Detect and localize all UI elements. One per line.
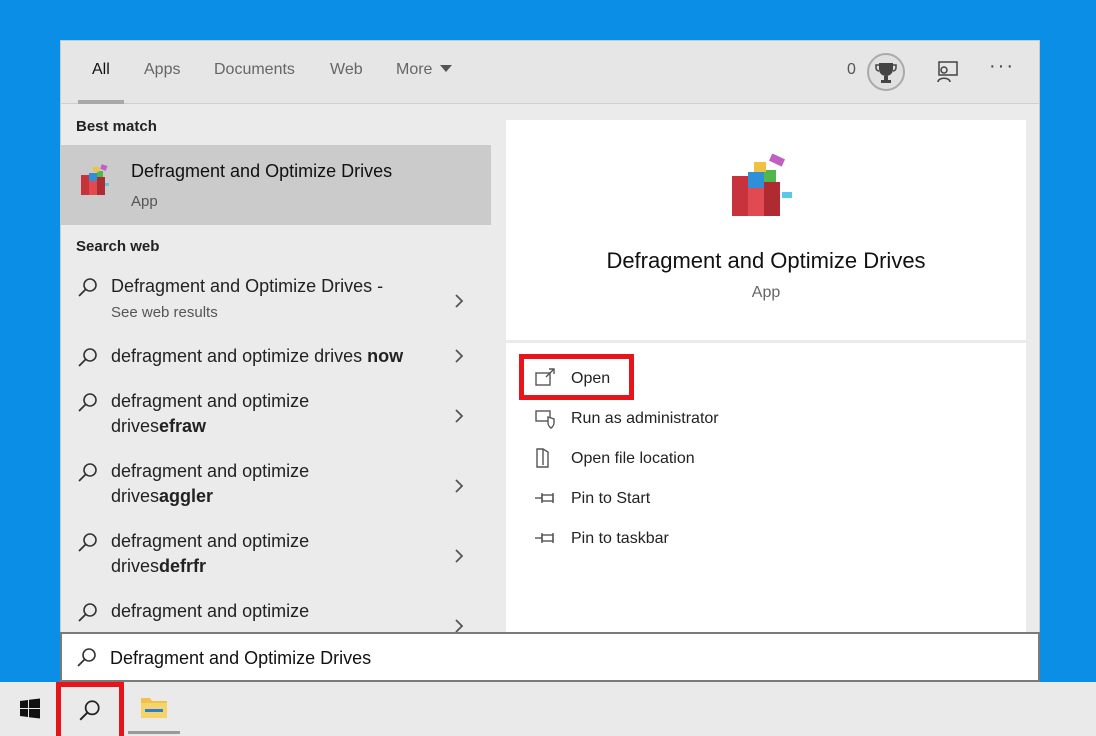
preview-subtitle: App [751, 284, 781, 301]
web-result-item[interactable]: defragment and optimize drivesaggler [61, 459, 491, 519]
file-explorer-button[interactable] [128, 682, 180, 736]
web-result-bold: defrfr [159, 556, 207, 576]
web-result-text: defragment and optimize [111, 599, 341, 624]
web-result-bold: now [367, 346, 404, 366]
web-result-text: defragment and optimize drivesefraw [111, 389, 341, 439]
web-result-item[interactable]: defragment and optimize drivesdefrfr [61, 529, 491, 589]
best-match-title: Defragment and Optimize Drives [131, 161, 393, 181]
search-icon [78, 603, 97, 622]
folder-icon [141, 698, 167, 718]
preview-title: Defragment and Optimize Drives [606, 248, 926, 273]
tab-more[interactable]: More [396, 61, 453, 104]
search-input[interactable] [110, 644, 1010, 672]
defrag-app-icon [732, 154, 792, 216]
taskbar-search-button[interactable] [56, 682, 124, 736]
web-result-sub: See web results [111, 304, 218, 321]
tab-documents[interactable]: Documents [214, 61, 295, 104]
search-icon [78, 393, 97, 412]
chevron-right-icon [455, 619, 464, 632]
pin-to-taskbar-label: Pin to taskbar [571, 530, 669, 547]
chevron-right-icon [455, 349, 464, 363]
results-list: Best match Defragment and Optimize Drive… [61, 104, 491, 632]
search-icon [78, 278, 97, 297]
web-result-item[interactable]: Defragment and Optimize Drives - See web … [61, 274, 491, 334]
web-result-text: defragment and optimize drives now [111, 344, 441, 369]
web-result-text: defragment and optimize drivesaggler [111, 459, 341, 509]
shield-icon [535, 410, 555, 429]
search-icon [78, 533, 97, 552]
web-result-item[interactable]: defragment and optimize [61, 599, 491, 632]
feedback-icon[interactable] [935, 59, 961, 85]
file-location-icon [536, 448, 549, 468]
tab-web[interactable]: Web [330, 61, 363, 104]
rewards-points: 0 [847, 61, 856, 78]
chevron-right-icon [455, 294, 464, 308]
app-preview-card: Defragment and Optimize Drives App [506, 120, 1026, 340]
open-highlight-box [519, 354, 634, 400]
trophy-icon[interactable] [867, 53, 905, 91]
web-result-main: Defragment and Optimize Drives - [111, 276, 384, 296]
web-result-item[interactable]: defragment and optimize drives now [61, 344, 491, 378]
search-web-heading: Search web [76, 238, 160, 255]
search-icon [78, 463, 97, 482]
defrag-app-icon [81, 164, 109, 195]
more-options-icon[interactable]: ··· [989, 55, 1015, 78]
search-panel: All Apps Documents Web More 0 ··· Best m… [60, 40, 1040, 632]
search-tabs-bar: All Apps Documents Web More 0 ··· [61, 41, 1039, 104]
search-icon [77, 648, 96, 667]
start-button[interactable] [8, 682, 52, 736]
web-result-main: defragment and optimize drives [111, 346, 368, 366]
chevron-right-icon [455, 549, 464, 563]
chevron-right-icon [455, 479, 464, 493]
best-match-item[interactable]: Defragment and Optimize Drives App [61, 145, 491, 225]
web-result-item[interactable]: defragment and optimize drivesefraw [61, 389, 491, 449]
pin-icon [535, 533, 554, 543]
search-icon [78, 348, 97, 367]
chevron-right-icon [455, 409, 464, 423]
search-icon [79, 700, 100, 721]
tab-apps[interactable]: Apps [144, 61, 180, 104]
best-match-subtitle: App [131, 193, 158, 210]
web-result-text: defragment and optimize drivesdefrfr [111, 529, 341, 579]
web-result-bold: efraw [159, 416, 207, 436]
pin-icon [535, 493, 554, 503]
taskbar [0, 682, 1096, 736]
search-box[interactable] [60, 632, 1040, 682]
run-as-admin-label: Run as administrator [571, 410, 719, 427]
web-result-bold: aggler [159, 486, 214, 506]
pin-to-start-label: Pin to Start [571, 490, 651, 507]
web-result-text: Defragment and Optimize Drives - See web … [111, 274, 441, 325]
windows-logo-icon [20, 698, 40, 719]
caret-down-icon [440, 65, 453, 72]
tab-all[interactable]: All [78, 61, 124, 104]
tab-more-label: More [396, 61, 433, 78]
open-file-location-label: Open file location [571, 450, 695, 467]
best-match-heading: Best match [76, 118, 157, 135]
web-result-main: defragment and optimize drives [111, 531, 310, 576]
web-result-main: defragment and optimize [111, 601, 310, 621]
web-result-main: defragment and optimize drives [111, 391, 310, 436]
